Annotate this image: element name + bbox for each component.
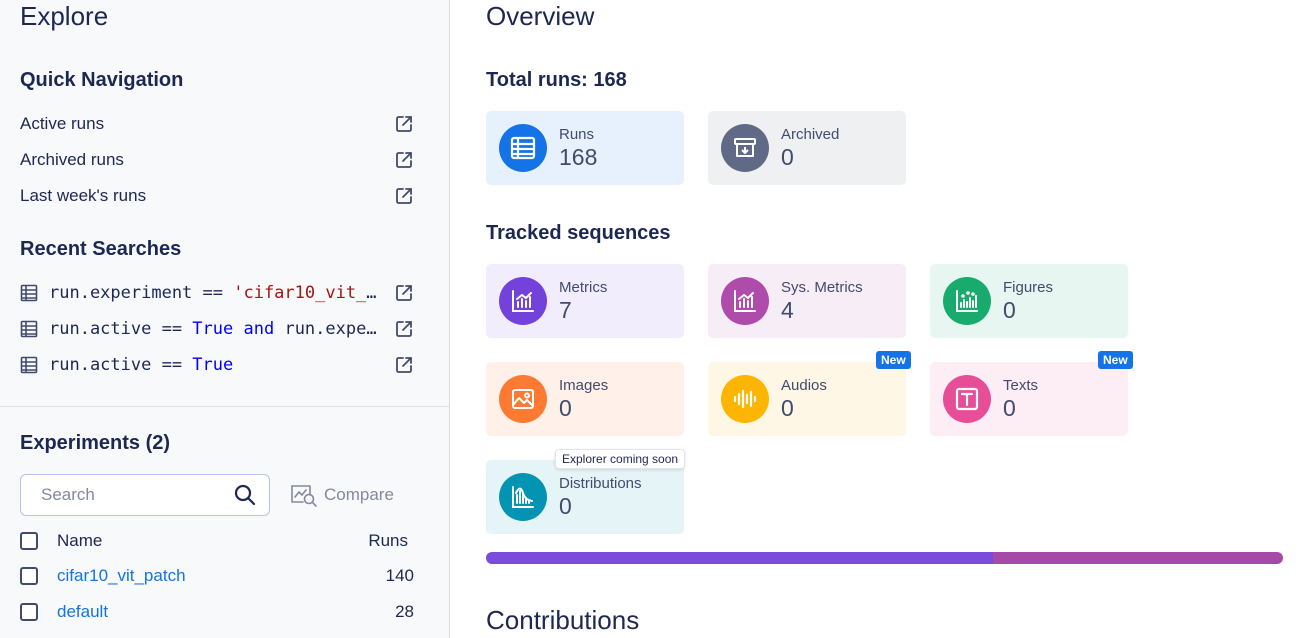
- table-row: cifar10_vit_patch 140: [20, 562, 414, 590]
- card-label: Texts: [1003, 377, 1039, 394]
- sidebar-divider: [0, 406, 449, 407]
- experiments-search-input[interactable]: [41, 485, 221, 505]
- tracked-sequences-title: Tracked sequences: [486, 222, 671, 244]
- experiments-table-header: Name Runs: [20, 527, 414, 555]
- recent-searches-title: Recent Searches: [20, 238, 182, 260]
- quick-navigation-title: Quick Navigation: [20, 69, 184, 91]
- images-card[interactable]: Images 0: [486, 362, 684, 436]
- card-label: Images: [559, 377, 609, 394]
- compare-label: Compare: [324, 485, 394, 504]
- card-label: Runs: [559, 126, 595, 143]
- experiment-name-link[interactable]: cifar10_vit_patch: [57, 566, 186, 586]
- compare-chart-search-icon: [291, 485, 317, 507]
- card-value: 0: [781, 144, 794, 170]
- new-badge: New: [876, 351, 911, 369]
- card-value: 0: [559, 493, 572, 519]
- sidebar-title: Explore: [20, 1, 109, 31]
- external-link-icon[interactable]: [394, 186, 414, 206]
- recent-search-item[interactable]: run.active == True: [20, 351, 414, 379]
- table-icon: [20, 320, 38, 338]
- experiment-runs-count: 28: [395, 602, 414, 621]
- recent-search-item[interactable]: run.active == True and run.experiment ==…: [20, 315, 414, 343]
- experiments-search-box[interactable]: [20, 474, 270, 516]
- distributions-chart-icon: [499, 473, 547, 521]
- external-link-icon[interactable]: [394, 150, 414, 170]
- card-value: 4: [781, 297, 794, 323]
- sys-metrics-progress-segment: [992, 552, 1283, 564]
- experiment-runs-count: 140: [385, 566, 414, 585]
- table-icon: [499, 124, 547, 172]
- figures-chart-icon: [943, 277, 991, 325]
- experiment-name-link[interactable]: default: [57, 602, 108, 622]
- card-label: Archived: [781, 126, 840, 143]
- metrics-progress-segment: [486, 552, 993, 564]
- image-icon: [499, 375, 547, 423]
- card-value: 0: [781, 395, 794, 421]
- card-label: Sys. Metrics: [781, 279, 863, 296]
- nav-item-last-week-runs[interactable]: Last week's runs: [20, 182, 414, 210]
- metrics-chart-icon: [499, 277, 547, 325]
- runs-column-header: Runs: [368, 531, 408, 550]
- sequences-progress-bar: [486, 552, 1283, 564]
- explore-sidebar: Explore Quick Navigation Active runs Arc…: [0, 0, 450, 638]
- compare-button[interactable]: Compare: [290, 482, 394, 508]
- total-runs-title: Total runs: 168: [486, 69, 627, 91]
- experiments-title: Experiments (2): [20, 432, 171, 454]
- nav-item-label: Active runs: [20, 114, 105, 133]
- texts-card[interactable]: Texts 0: [930, 362, 1128, 436]
- card-value: 0: [559, 395, 572, 421]
- recent-search-item[interactable]: run.experiment == 'cifar10_vit_patch': [20, 279, 414, 307]
- card-label: Figures: [1003, 279, 1054, 296]
- recent-search-query: run.experiment == 'cifar10_vit_patch': [49, 283, 379, 303]
- recent-search-query: run.active == True: [49, 355, 234, 375]
- runs-card[interactable]: Runs 168: [486, 111, 684, 185]
- archived-card[interactable]: Archived 0: [708, 111, 906, 185]
- table-icon: [20, 284, 38, 302]
- new-badge: New: [1098, 351, 1133, 369]
- text-icon: [943, 375, 991, 423]
- card-value: 7: [559, 297, 572, 323]
- nav-item-active-runs[interactable]: Active runs: [20, 110, 414, 138]
- audios-card[interactable]: Audios 0: [708, 362, 906, 436]
- row-checkbox[interactable]: [20, 603, 38, 621]
- search-icon[interactable]: [233, 483, 257, 507]
- metrics-card[interactable]: Metrics 7: [486, 264, 684, 338]
- external-link-icon[interactable]: [394, 283, 414, 303]
- page-title: Overview: [486, 1, 595, 31]
- card-label: Audios: [781, 377, 827, 394]
- card-value: 168: [559, 144, 598, 170]
- nav-item-label: Archived runs: [20, 150, 124, 169]
- recent-search-query: run.active == True and run.experiment ==…: [49, 319, 379, 339]
- archive-icon: [721, 124, 769, 172]
- figures-card[interactable]: Figures 0: [930, 264, 1128, 338]
- card-label: Metrics: [559, 279, 608, 296]
- card-value: 0: [1003, 297, 1016, 323]
- external-link-icon[interactable]: [394, 319, 414, 339]
- card-value: 0: [1003, 395, 1016, 421]
- card-label: Distributions: [559, 475, 642, 492]
- name-column-header: Name: [57, 531, 103, 550]
- external-link-icon[interactable]: [394, 114, 414, 134]
- table-row: default 28: [20, 598, 414, 626]
- nav-item-label: Last week's runs: [20, 186, 147, 205]
- audio-wave-icon: [721, 375, 769, 423]
- sys-metrics-card[interactable]: Sys. Metrics 4: [708, 264, 906, 338]
- table-icon: [20, 356, 38, 374]
- select-all-checkbox[interactable]: [20, 532, 38, 550]
- distributions-card[interactable]: Distributions 0: [486, 460, 684, 534]
- nav-item-archived-runs[interactable]: Archived runs: [20, 146, 414, 174]
- contributions-title: Contributions: [486, 605, 640, 635]
- row-checkbox[interactable]: [20, 567, 38, 585]
- sys-metrics-chart-icon: [721, 277, 769, 325]
- explorer-coming-soon-tooltip: Explorer coming soon: [555, 449, 686, 469]
- external-link-icon[interactable]: [394, 355, 414, 375]
